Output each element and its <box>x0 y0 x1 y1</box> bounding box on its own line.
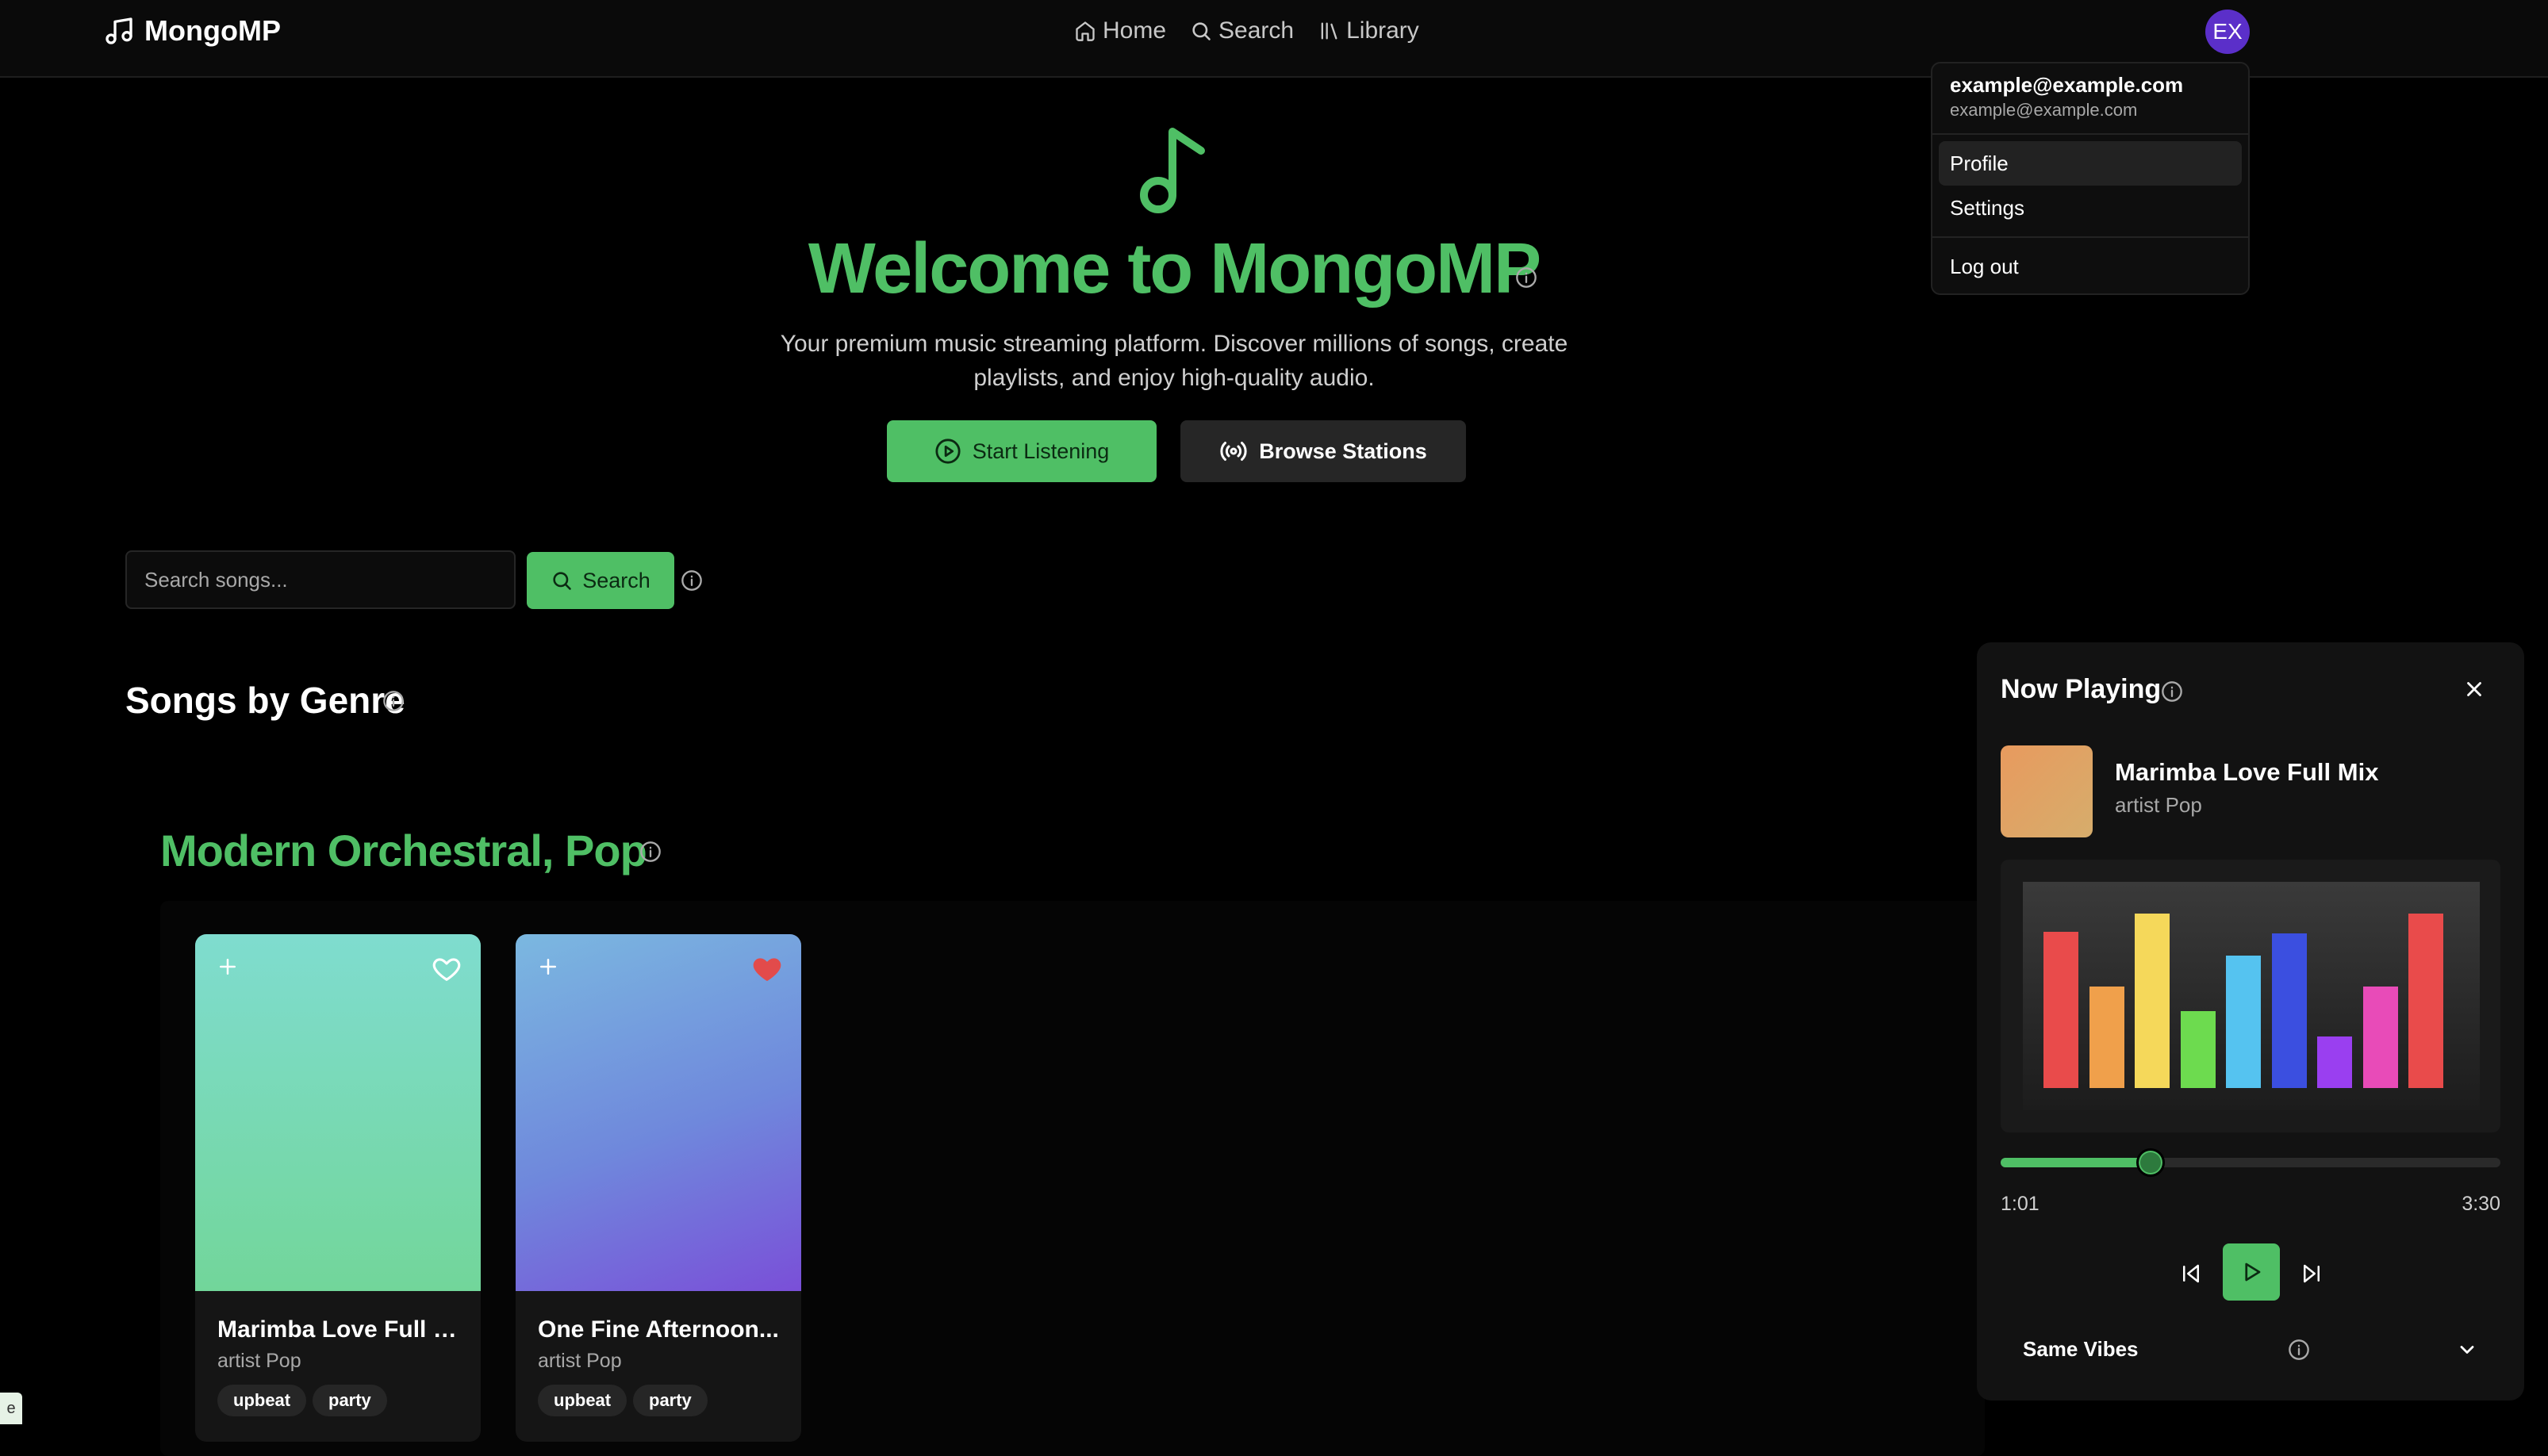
add-icon[interactable] <box>216 955 240 979</box>
brand-name: MongoMP <box>144 14 281 47</box>
heart-icon[interactable] <box>432 953 462 983</box>
play-button[interactable] <box>2223 1243 2280 1301</box>
song-artist: artist Pop <box>538 1350 622 1372</box>
total-time: 3:30 <box>2462 1193 2500 1215</box>
hero-music-note-icon <box>1139 125 1212 214</box>
user-menu-email: example@example.com <box>1950 73 2184 97</box>
play-circle-icon <box>934 438 961 465</box>
menu-divider <box>1932 133 2248 135</box>
search-button-label: Search <box>582 568 650 592</box>
nav-home[interactable]: Home <box>1074 17 1166 44</box>
hero-subtitle: Your premium music streaming platform. D… <box>780 331 1568 391</box>
tag[interactable]: upbeat <box>538 1385 627 1416</box>
info-icon[interactable] <box>1515 266 1537 289</box>
progress-slider[interactable] <box>2001 1148 2500 1177</box>
visualizer-bar <box>2271 933 2307 1088</box>
song-card[interactable]: One Fine Afternoon... artist Pop upbeat … <box>516 934 801 1442</box>
visualizer-bar <box>2180 1011 2216 1088</box>
library-icon <box>1318 20 1340 42</box>
nav-search-label: Search <box>1218 17 1295 44</box>
progress-handle[interactable] <box>2136 1148 2165 1177</box>
start-listening-button[interactable]: Start Listening <box>887 420 1157 482</box>
info-icon[interactable] <box>2161 680 2183 703</box>
audio-visualizer <box>2001 860 2500 1132</box>
search-input[interactable] <box>125 550 516 609</box>
hero-title: Welcome to MongoMP <box>808 229 1541 308</box>
play-icon <box>2239 1260 2263 1284</box>
visualizer-bar <box>2226 956 2261 1088</box>
music-note-icon <box>103 15 135 47</box>
song-card[interactable]: Marimba Love Full Mix artist Pop upbeat … <box>195 934 481 1442</box>
nav-library-label: Library <box>1346 17 1419 44</box>
search-button[interactable]: Search <box>527 552 674 609</box>
info-icon[interactable] <box>2288 1339 2310 1361</box>
now-playing-cover-art <box>2001 745 2093 837</box>
start-listening-label: Start Listening <box>972 439 1110 463</box>
song-title: One Fine Afternoon... <box>538 1316 779 1343</box>
tag[interactable]: party <box>633 1385 708 1416</box>
user-avatar-button[interactable]: EX <box>2205 10 2250 54</box>
corner-badge: e <box>0 1393 22 1424</box>
browse-stations-button[interactable]: Browse Stations <box>1180 420 1466 482</box>
heart-filled-icon[interactable] <box>752 953 782 983</box>
now-playing-artist: artist Pop <box>2115 793 2202 817</box>
visualizer-bar <box>2135 914 2170 1088</box>
same-vibes-label[interactable]: Same Vibes <box>2023 1337 2139 1362</box>
main-nav: Home Search Library <box>1074 14 1419 48</box>
current-time: 1:01 <box>2001 1193 2040 1215</box>
song-artist: artist Pop <box>217 1350 301 1372</box>
close-icon[interactable] <box>2462 677 2486 701</box>
visualizer-bar <box>2408 914 2443 1088</box>
menu-item-profile[interactable]: Profile <box>1939 141 2242 186</box>
progress-fill <box>2001 1158 2151 1167</box>
visualizer-bar <box>2362 987 2398 1088</box>
nav-library[interactable]: Library <box>1318 17 1419 44</box>
search-icon <box>551 569 573 592</box>
section-title: Songs by Genre <box>125 680 405 721</box>
nav-home-label: Home <box>1103 17 1167 44</box>
browse-stations-label: Browse Stations <box>1259 439 1427 463</box>
add-icon[interactable] <box>536 955 560 979</box>
visualizer-bar <box>2043 932 2078 1088</box>
song-title: Marimba Love Full Mix <box>217 1316 463 1343</box>
home-icon <box>1074 20 1096 42</box>
now-playing-song-title: Marimba Love Full Mix <box>2115 758 2379 786</box>
brand-link[interactable]: MongoMP <box>103 14 281 48</box>
now-playing-panel: Now Playing Marimba Love Full Mix artist… <box>1977 642 2524 1400</box>
menu-item-settings[interactable]: Settings <box>1939 186 2242 230</box>
info-icon[interactable] <box>681 569 703 592</box>
skip-back-icon[interactable] <box>2167 1245 2215 1302</box>
visualizer-bar <box>2089 987 2124 1088</box>
search-icon <box>1190 20 1212 42</box>
info-icon[interactable] <box>382 690 405 712</box>
visualizer-canvas <box>2023 882 2480 1110</box>
skip-forward-icon[interactable] <box>2288 1245 2335 1302</box>
genre-title: Modern Orchestral, Pop <box>160 826 647 876</box>
nav-search[interactable]: Search <box>1190 17 1294 44</box>
visualizer-bar <box>2317 1036 2352 1088</box>
user-menu-email-sub: example@example.com <box>1950 100 2138 120</box>
radio-broadcast-icon <box>1219 437 1248 466</box>
now-playing-title: Now Playing <box>2001 674 2162 704</box>
chevron-down-icon[interactable] <box>2456 1339 2478 1361</box>
song-cover-art <box>516 934 801 1291</box>
tag[interactable]: party <box>313 1385 387 1416</box>
info-icon[interactable] <box>639 841 662 863</box>
song-cover-art <box>195 934 481 1291</box>
tag[interactable]: upbeat <box>217 1385 307 1416</box>
